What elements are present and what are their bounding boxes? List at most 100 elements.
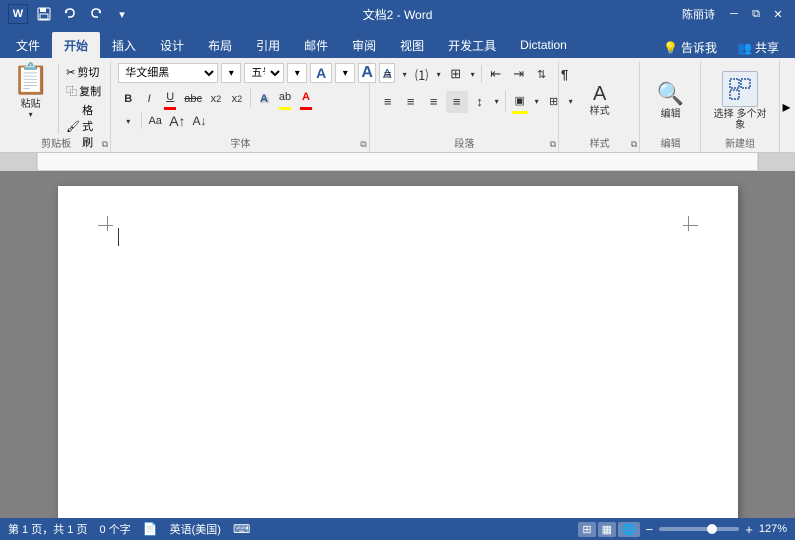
numbered-list-dropdown[interactable]: ▾ xyxy=(434,63,444,85)
qat-more[interactable]: ▾ xyxy=(112,5,132,23)
multilevel-list-button[interactable]: ⊞ xyxy=(445,63,467,85)
italic-button[interactable]: I xyxy=(139,89,159,109)
font-size-dropdown[interactable]: ▾ xyxy=(287,63,307,83)
web-view-button[interactable]: 🌐 xyxy=(618,522,640,537)
line-spacing-button[interactable]: ↕ xyxy=(469,91,491,113)
change-case-button[interactable]: Aa xyxy=(145,111,165,131)
document-content[interactable] xyxy=(118,226,678,518)
font-color-dropdown[interactable]: ▾ xyxy=(118,111,138,131)
tab-references[interactable]: 引用 xyxy=(244,32,292,58)
bold-button[interactable]: B xyxy=(118,89,138,109)
tab-insert[interactable]: 插入 xyxy=(100,32,148,58)
page-info[interactable]: 第 1 页，共 1 页 xyxy=(8,521,87,537)
title-bar-left: W ▾ xyxy=(8,4,132,24)
ribbon-scroll-right[interactable]: ▸ xyxy=(779,61,793,152)
font-size-selector[interactable]: 五号 xyxy=(244,63,284,83)
qat-undo[interactable] xyxy=(60,5,80,23)
font-size-down-button[interactable]: A↓ xyxy=(190,111,210,131)
tab-home[interactable]: 开始 xyxy=(52,32,100,58)
zoom-level[interactable]: 127% xyxy=(759,523,787,535)
input-mode-icon: ⌨ xyxy=(233,522,250,536)
decrease-indent-button[interactable]: ⇤ xyxy=(485,63,507,85)
read-view-button[interactable]: ⊞ xyxy=(578,522,595,537)
styles-button[interactable]: A 样式 xyxy=(580,81,620,121)
main-area[interactable] xyxy=(0,171,795,518)
user-name: 陈丽诗 xyxy=(682,6,715,22)
qat-redo[interactable] xyxy=(86,5,106,23)
find-replace-button[interactable]: 🔍 编辑 xyxy=(651,78,691,124)
tab-dictation[interactable]: Dictation xyxy=(508,32,579,58)
font-expand-icon[interactable]: ⧉ xyxy=(360,139,366,150)
ribbon-group-new: 选择 多个对象 新建组 xyxy=(702,61,778,152)
font-color-button-group: A xyxy=(296,87,316,110)
tell-me-button[interactable]: 💡 告诉我 xyxy=(655,37,725,58)
zoom-in-button[interactable]: + xyxy=(745,522,753,537)
align-left-button[interactable]: ≡ xyxy=(377,91,399,113)
styles-expand-icon[interactable]: ⧉ xyxy=(631,139,637,150)
strikethrough-button[interactable]: abc xyxy=(181,89,205,109)
select-objects-button[interactable]: 选择 多个对象 xyxy=(708,68,772,134)
word-count[interactable]: 0 个字 xyxy=(99,521,130,537)
increase-indent-button[interactable]: ⇥ xyxy=(508,63,530,85)
superscript-button[interactable]: x2 xyxy=(227,89,247,109)
increase-font-size-button[interactable]: A xyxy=(310,63,332,83)
shading-dropdown[interactable]: ▾ xyxy=(532,91,542,113)
status-bar-right: ⊞ ▦ 🌐 − + 127% xyxy=(578,522,787,537)
ribbon-group-clipboard: 📋 粘贴 ▾ ✂ 剪切 ⿻ 复制 🖌 格式刷 剪贴板 xyxy=(2,61,111,152)
title-bar-right: 陈丽诗 ─ ⧉ ✕ xyxy=(682,5,787,23)
minimize-button[interactable]: ─ xyxy=(725,5,743,23)
tab-file[interactable]: 文件 xyxy=(4,32,52,58)
align-center-button[interactable]: ≡ xyxy=(400,91,422,113)
zoom-thumb xyxy=(707,524,717,534)
zoom-out-button[interactable]: − xyxy=(646,522,654,537)
sort-button[interactable]: ⇅ xyxy=(531,63,553,85)
font-size-up-button[interactable]: A↑ xyxy=(166,111,188,131)
tab-developer[interactable]: 开发工具 xyxy=(436,32,508,58)
ribbon-right: 💡 告诉我 👥 共享 xyxy=(655,37,795,58)
paste-icon: 📋 xyxy=(12,65,49,95)
justify-button[interactable]: ≡ xyxy=(446,91,468,113)
corner-mark-tl xyxy=(98,216,118,236)
font-sep2 xyxy=(141,113,142,129)
shading-button[interactable]: ▣ xyxy=(509,89,531,111)
bullet-list-button[interactable]: ≡ xyxy=(377,63,399,85)
zoom-slider[interactable] xyxy=(659,527,739,531)
tab-mailings[interactable]: 邮件 xyxy=(292,32,340,58)
copy-icon: ⿻ xyxy=(66,83,77,99)
window-title: 文档2 - Word xyxy=(363,6,433,23)
highlight-button[interactable]: ab xyxy=(275,87,295,107)
highlight-button-group: ab xyxy=(275,87,295,110)
font-size-field-dropdown[interactable]: ▾ xyxy=(335,63,355,83)
underline-button[interactable]: U xyxy=(160,87,180,107)
tab-review[interactable]: 审阅 xyxy=(340,32,388,58)
line-spacing-dropdown[interactable]: ▾ xyxy=(492,91,502,113)
tab-view[interactable]: 视图 xyxy=(388,32,436,58)
view-buttons: ⊞ ▦ 🌐 xyxy=(578,522,639,537)
bullet-list-dropdown[interactable]: ▾ xyxy=(400,63,410,85)
tab-layout[interactable]: 布局 xyxy=(196,32,244,58)
restore-button[interactable]: ⧉ xyxy=(747,5,765,23)
multilevel-list-dropdown[interactable]: ▾ xyxy=(468,63,478,85)
subscript-button[interactable]: x2 xyxy=(206,89,226,109)
clipboard-expand-icon[interactable]: ⧉ xyxy=(102,139,108,150)
share-button[interactable]: 👥 共享 xyxy=(729,37,787,58)
cut-button[interactable]: ✂ 剪切 xyxy=(64,63,104,81)
font-name-dropdown[interactable]: ▾ xyxy=(221,63,241,83)
close-button[interactable]: ✕ xyxy=(769,5,787,23)
align-right-button[interactable]: ≡ xyxy=(423,91,445,113)
text-effects-button[interactable]: A xyxy=(254,89,274,109)
print-view-button[interactable]: ▦ xyxy=(598,522,616,537)
font-color-button[interactable]: A xyxy=(296,87,316,107)
list-buttons-row: ≡ ▾ ⑴ ▾ ⊞ ▾ ⇤ ⇥ ⇅ ¶ xyxy=(377,63,576,85)
status-bar: 第 1 页，共 1 页 0 个字 📄 英语(美国) ⌨ ⊞ ▦ 🌐 − + 12… xyxy=(0,518,795,540)
font-name-selector[interactable]: 华文细黑 xyxy=(118,63,218,83)
copy-button[interactable]: ⿻ 复制 xyxy=(64,82,104,100)
tab-design[interactable]: 设计 xyxy=(148,32,196,58)
qat-save[interactable] xyxy=(34,5,54,23)
document-page[interactable] xyxy=(58,186,738,518)
paragraph-expand-icon[interactable]: ⧉ xyxy=(550,139,556,150)
numbered-list-button[interactable]: ⑴ xyxy=(411,63,433,85)
language-info[interactable]: 英语(美国) xyxy=(170,521,221,537)
paste-button[interactable]: 📋 粘贴 ▾ xyxy=(8,63,53,121)
ruler-svg xyxy=(0,153,795,171)
